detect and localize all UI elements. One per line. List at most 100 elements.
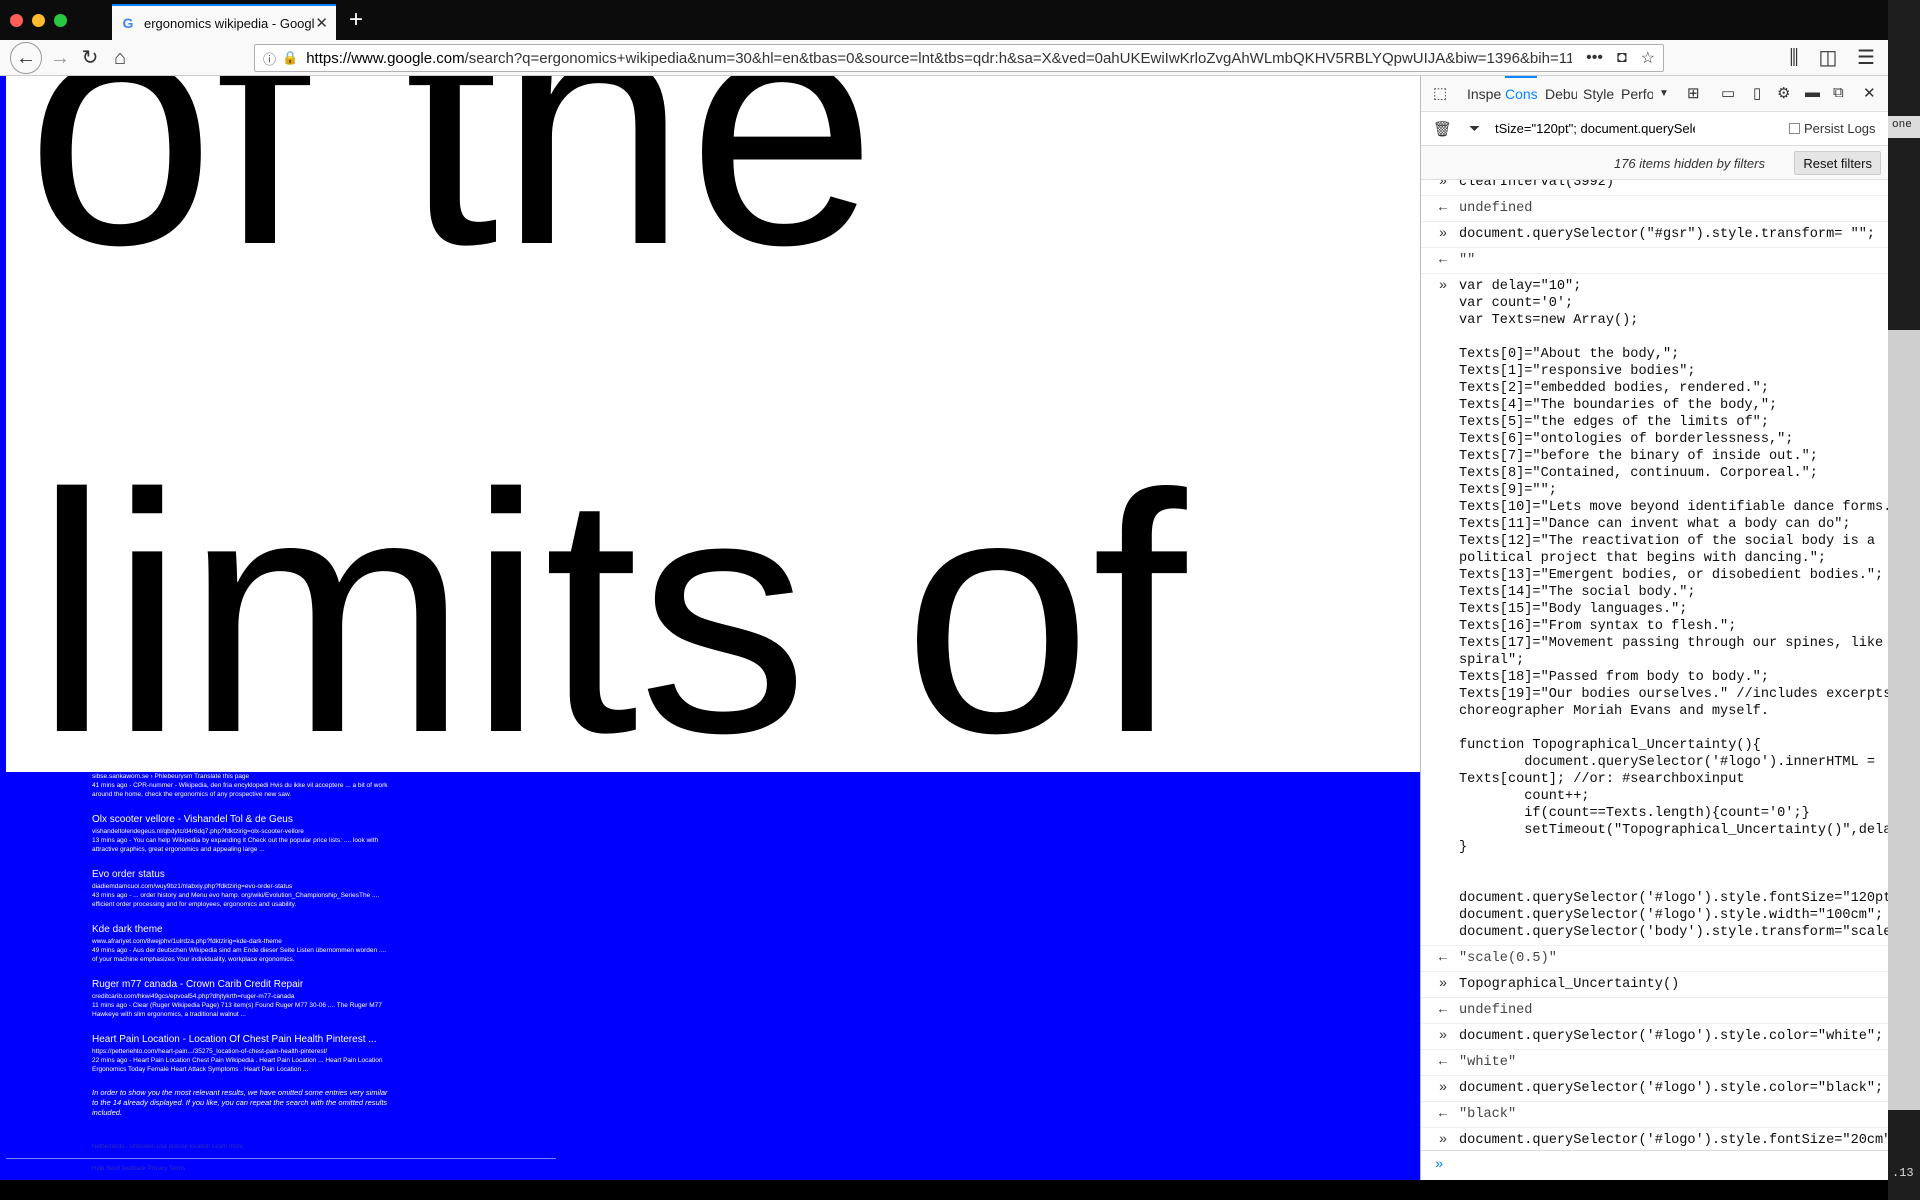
tab-console[interactable]: Console [1505, 76, 1537, 112]
pocket-icon[interactable]: ◘ [1617, 49, 1627, 67]
console-input-line[interactable]: » document.querySelector('#logo').style.c… [1421, 1024, 1889, 1050]
result-title-link[interactable]: Kde dark theme [92, 923, 392, 937]
filter-input[interactable]: tSize="120pt"; document.querySelector('#… [1495, 121, 1695, 136]
result-url: www.afrariyet.com/8wejphv/1ulrdza.php?fd… [92, 938, 282, 945]
result-arrow-icon: ← [1439, 253, 1448, 268]
tab-google-search[interactable]: G ergonomics wikipedia - Google ✕ [112, 4, 336, 40]
console-output: » clearInterval(3992) ← undefined » document.… [1421, 180, 1889, 1150]
input-chevron-icon: » [1439, 977, 1448, 992]
url-domain: https://www.google.com [306, 49, 465, 67]
library-icon[interactable]: ⫼ [1780, 44, 1808, 72]
console-input-line[interactable]: » Topographical_Uncertainty() [1421, 972, 1889, 998]
close-window-button[interactable] [10, 14, 23, 27]
console-line-text: document.querySelector('#logo').style.fo… [1459, 1133, 1889, 1148]
console-line-text: "" [1459, 253, 1476, 268]
result-title-link[interactable]: Olx scooter vellore - Vishandel Tol & de… [92, 813, 392, 827]
zoom-window-button[interactable] [54, 14, 67, 27]
browser-window: G ergonomics wikipedia - Google ✕ + ← → … [0, 0, 1889, 1180]
new-tab-button[interactable]: + [342, 6, 370, 34]
close-tab-icon[interactable]: ✕ [315, 14, 328, 32]
result-snippet: 41 mins ago - CPR-nummer - Wikipedia, de… [92, 782, 388, 798]
console-result-line[interactable]: ← "scale(0.5)" [1421, 946, 1889, 972]
settings-gear-icon[interactable]: ⚙ [1777, 84, 1790, 102]
result-snippet: 43 mins ago - ... order history and Menu… [92, 892, 380, 908]
more-tabs-chevron-down-icon[interactable]: ▼ [1659, 88, 1669, 99]
console-line-text: undefined [1459, 1003, 1533, 1018]
url-bar[interactable]: ⓘ 🔒 https://www.google.com/search?q=ergo… [254, 44, 1664, 72]
responsive-design-icon[interactable]: ▯ [1753, 84, 1761, 102]
layout-icon[interactable]: ⊞ [1687, 84, 1700, 102]
console-input[interactable]: » [1421, 1150, 1889, 1180]
forward-button[interactable]: → [46, 44, 74, 72]
console-filter-bar: 🗑 ⏷ tSize="120pt"; document.querySelecto… [1421, 112, 1889, 146]
info-icon[interactable]: ⓘ [263, 49, 276, 68]
console-result-line[interactable]: ← "black" [1421, 1102, 1889, 1128]
input-chevron-icon: » [1439, 1133, 1448, 1148]
console-input-line[interactable]: » document.querySelector('#logo').style.f… [1421, 1128, 1889, 1150]
footer-divider [6, 1158, 556, 1159]
logo-area: of the limits of [6, 76, 1420, 772]
background-window-text-2: .13 [1892, 1166, 1914, 1180]
console-line-text: "black" [1459, 1107, 1517, 1122]
search-result: Olx scooter vellore - Vishandel Tol & de… [92, 813, 392, 854]
result-title-link[interactable]: Ruger m77 canada - Crown Carib Credit Re… [92, 978, 392, 992]
lock-icon: 🔒 [282, 50, 299, 65]
split-console-icon[interactable]: ▭ [1721, 84, 1735, 102]
minimize-window-button[interactable] [32, 14, 45, 27]
home-button[interactable]: ⌂ [106, 44, 134, 72]
logo-text-line-2: limits of [34, 424, 1187, 772]
menu-icon[interactable]: ☰ [1852, 44, 1880, 72]
console-input-line[interactable]: » document.querySelector("#gsr").style.tr… [1421, 222, 1889, 248]
console-line-text: "scale(0.5)" [1459, 951, 1557, 966]
result-title-link[interactable]: Evo order status [92, 868, 392, 882]
console-input-line[interactable]: » var delay="10"; var count='0'; var Text… [1421, 274, 1889, 946]
search-result: sibse.sankawom.se › Phlebeurysm Translat… [92, 772, 392, 799]
tab-style-editor[interactable]: Style Editor [1583, 76, 1615, 112]
checkbox-box[interactable] [1789, 123, 1800, 134]
footer-links: Help Send feedback Privacy Terms [92, 1166, 186, 1172]
background-window-strip: one .13 [1888, 0, 1920, 1200]
clear-console-trash-icon[interactable]: 🗑 [1433, 120, 1452, 138]
result-snippet: 22 mins ago - Heart Pain Location Chest … [92, 1057, 383, 1073]
tab-debugger[interactable]: Debugger [1545, 76, 1577, 112]
console-input-line[interactable]: » document.querySelector('#logo').style.c… [1421, 1076, 1889, 1102]
close-devtools-icon[interactable]: ✕ [1863, 84, 1876, 102]
tab-title: ergonomics wikipedia - Google [144, 15, 316, 31]
console-result-line[interactable]: ← "white" [1421, 1050, 1889, 1076]
page-actions-icon[interactable]: ••• [1586, 49, 1603, 67]
reset-filters-button[interactable]: Reset filters [1794, 151, 1881, 175]
search-result: Ruger m77 canada - Crown Carib Credit Re… [92, 978, 392, 1019]
reload-button[interactable]: ↻ [76, 44, 104, 72]
console-result-line[interactable]: ← undefined [1421, 196, 1889, 222]
omitted-results-notice: In order to show you the most relevant r… [92, 1088, 388, 1117]
console-result-line[interactable]: ← "" [1421, 248, 1889, 274]
undock-window-icon[interactable]: ⧉ [1833, 84, 1844, 101]
background-window-panel [1888, 330, 1920, 1110]
console-line-text: "white" [1459, 1055, 1517, 1070]
hidden-items-bar: 176 items hidden by filters Reset filter… [1421, 146, 1889, 180]
tab-bar: G ergonomics wikipedia - Google ✕ + [0, 0, 1888, 40]
search-result: Kde dark theme www.afrariyet.com/8wejphv/… [92, 923, 392, 964]
console-line-text: undefined [1459, 201, 1533, 216]
result-url: vishandeltolendegeus.nl/qbdytc/d4r6dq7.p… [92, 828, 304, 835]
tab-inspector[interactable]: Inspector [1467, 76, 1501, 112]
bookmark-star-icon[interactable]: ☆ [1641, 48, 1655, 68]
result-arrow-icon: ← [1439, 951, 1448, 966]
search-result: Heart Pain Location - Location Of Chest … [92, 1033, 392, 1074]
url-text[interactable]: https://www.google.com/search?q=ergonomi… [306, 50, 1572, 67]
dock-bottom-icon[interactable]: ▬ [1805, 84, 1820, 101]
navigation-bar: ← → ↻ ⌂ ⓘ 🔒 https://www.google.com/searc… [0, 40, 1888, 76]
tab-performance[interactable]: Performance [1621, 76, 1653, 112]
sidebar-icon[interactable]: ◫ [1814, 44, 1842, 72]
filter-icon: ⏷ [1469, 120, 1481, 136]
result-arrow-icon: ← [1439, 201, 1448, 216]
console-input-line[interactable]: » clearInterval(3992) [1421, 180, 1889, 196]
back-button[interactable]: ← [10, 42, 42, 74]
persist-logs-checkbox[interactable]: Persist Logs [1789, 121, 1876, 136]
hidden-items-count: 176 items hidden by filters [1613, 156, 1765, 171]
google-results-page: of the limits of sibse.sankawom.se › Phl… [6, 76, 1420, 1180]
console-result-line[interactable]: ← undefined [1421, 998, 1889, 1024]
element-picker-icon[interactable]: ⬚ [1433, 84, 1447, 102]
result-arrow-icon: ← [1439, 1107, 1448, 1122]
result-title-link[interactable]: Heart Pain Location - Location Of Chest … [92, 1033, 392, 1047]
